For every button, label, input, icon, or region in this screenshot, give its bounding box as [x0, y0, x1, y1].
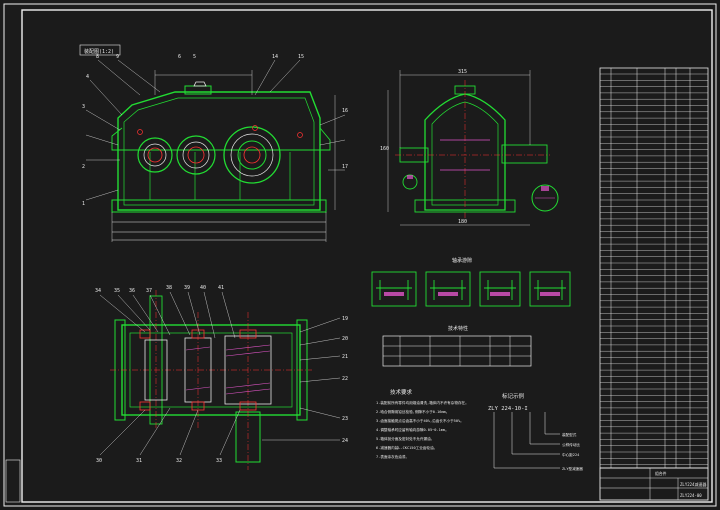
params-table-title: 技术特性 — [448, 325, 468, 332]
title-block-material: 组合件 — [655, 471, 667, 476]
requirement-4: 4.调整轴承时应留有轴向游隙0.05~0.1mm。 — [376, 427, 449, 432]
requirements-title: 技术要求 — [390, 388, 413, 396]
section-label-10: 20 — [342, 336, 348, 342]
section-label-17: 32 — [176, 458, 182, 464]
requirement-6: 6.减速器内装L-CKC150工业齿轮油。 — [376, 445, 437, 450]
section-label-8: 41 — [218, 285, 224, 291]
bearing-panel-title: 轴承游隙 — [452, 257, 472, 264]
leader-label-2: 9 — [116, 54, 119, 60]
section-label-12: 22 — [342, 376, 348, 382]
view-title-tag: 装配图(1:2) — [84, 48, 114, 55]
side-dim-base: 180 — [458, 219, 467, 225]
binding-strip — [5, 459, 21, 503]
leader-label-7: 2 — [82, 164, 85, 170]
leader-label-11: 16 — [342, 108, 348, 114]
leader-label-4: 5 — [193, 54, 196, 60]
section-view: 34 35 36 37 38 39 40 41 19 20 21 22 23 2… — [95, 285, 348, 470]
section-label-9: 19 — [342, 316, 348, 322]
model-callout-4: ZLY型减速器 — [562, 466, 583, 471]
section-label-16: 31 — [136, 458, 142, 464]
requirement-3: 3.齿面接触斑点沿齿高不小于40%,沿齿长不小于50%。 — [376, 418, 464, 423]
section-label-4: 37 — [146, 288, 152, 294]
section-label-3: 36 — [129, 288, 135, 294]
side-dim-height: 160 — [380, 146, 389, 152]
section-label-13: 23 — [342, 416, 348, 422]
parts-list — [599, 67, 709, 469]
leader-label-5: 4 — [86, 74, 89, 80]
requirement-5: 5.箱体剖分面及密封处不允许漏油。 — [376, 436, 434, 441]
leader-label-8: 1 — [82, 201, 85, 207]
side-dim-width: 315 — [458, 69, 467, 75]
leader-label-9: 14 — [272, 54, 278, 60]
drawing-canvas: 装配图(1:2) 8 9 6 5 4 3 2 1 14 15 16 17 315… — [3, 3, 717, 507]
leader-label-12: 17 — [342, 164, 348, 170]
section-label-7: 40 — [200, 285, 206, 291]
bearing-panels: 轴承游隙 — [371, 257, 571, 307]
model-code-block: 标记示例 ZLY 224-10-I 装配型式 公称传动比 中心距224 ZLY型… — [488, 392, 583, 471]
title-block: 组合件 ZLY224减速器 ZLY224-00 — [599, 467, 709, 501]
section-label-2: 35 — [114, 288, 120, 294]
side-view: 315 180 160 — [380, 69, 559, 226]
model-callout-1: 装配型式 — [562, 432, 577, 437]
inner-border — [21, 9, 713, 503]
title-block-name: ZLY224减速器 — [680, 481, 706, 487]
cad-drawing-sheet: 装配图(1:2) 8 9 6 5 4 3 2 1 14 15 16 17 315… — [0, 0, 720, 510]
title-block-code: ZLY224-00 — [680, 493, 702, 498]
section-label-14: 24 — [342, 438, 348, 444]
model-title: 标记示例 — [502, 392, 525, 400]
requirement-7: 7.表面涂灰色油漆。 — [376, 454, 409, 459]
technical-requirements: 技术要求 1.装配前所有零件均用煤油清洗,箱体内不许有杂物存在。 2.啮合侧隙用… — [376, 388, 469, 459]
leader-label-1: 8 — [96, 54, 99, 60]
section-label-6: 39 — [184, 285, 190, 291]
model-callout-2: 公称传动比 — [562, 442, 580, 447]
section-label-18: 33 — [216, 458, 222, 464]
model-callout-3: 中心距224 — [562, 452, 579, 457]
model-code: ZLY 224-10-I — [488, 406, 528, 412]
section-label-1: 34 — [95, 288, 101, 294]
leader-label-3: 6 — [178, 54, 181, 60]
section-label-5: 38 — [166, 285, 172, 291]
outer-border — [3, 3, 717, 507]
leader-label-6: 3 — [82, 104, 85, 110]
section-label-15: 30 — [96, 458, 102, 464]
front-view: 装配图(1:2) 8 9 6 5 4 3 2 1 14 15 16 17 — [79, 44, 348, 242]
section-label-11: 21 — [342, 354, 348, 360]
params-table: 技术特性 — [382, 325, 532, 367]
requirement-2: 2.啮合侧隙用铅丝检验,侧隙不小于0.16mm。 — [376, 409, 449, 414]
leader-label-10: 15 — [298, 54, 304, 60]
requirement-1: 1.装配前所有零件均用煤油清洗,箱体内不许有杂物存在。 — [376, 400, 469, 405]
